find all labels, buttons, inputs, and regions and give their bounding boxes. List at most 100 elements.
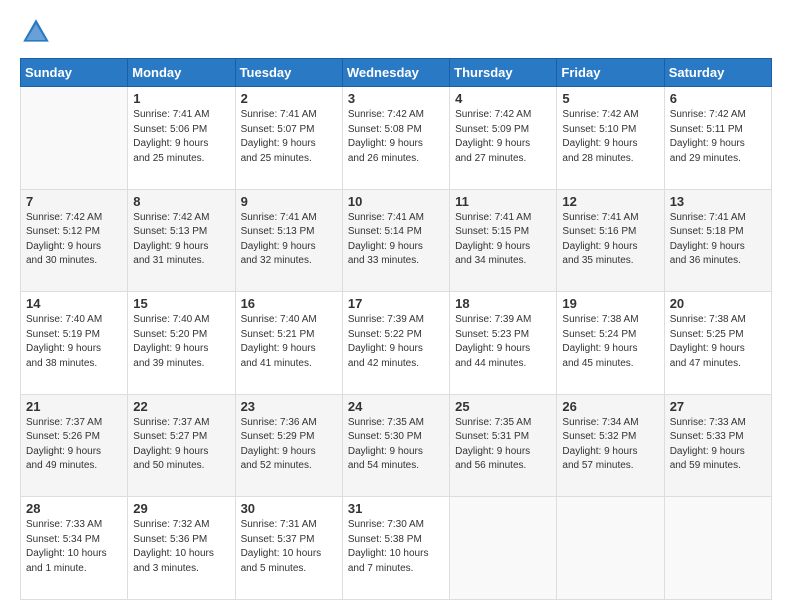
calendar-cell: 3Sunrise: 7:42 AMSunset: 5:08 PMDaylight… xyxy=(342,87,449,190)
day-number: 3 xyxy=(348,91,444,106)
weekday-header: Thursday xyxy=(450,59,557,87)
cell-info: Sunrise: 7:33 AMSunset: 5:33 PMDaylight:… xyxy=(670,416,766,474)
weekday-header: Friday xyxy=(557,59,664,87)
cell-info: Sunrise: 7:37 AMSunset: 5:27 PMDaylight:… xyxy=(133,416,229,474)
day-number: 1 xyxy=(133,91,229,106)
day-number: 20 xyxy=(670,296,766,311)
calendar-week-row: 21 Sunrise: 7:37 AMSunset: 5:26 PMDayligh… xyxy=(21,394,772,497)
calendar-week-row: 1 Sunrise: 7:41 AMSunset: 5:06 PMDaylight… xyxy=(21,87,772,190)
day-number: 21 xyxy=(26,399,122,414)
cell-info: Sunrise: 7:35 AMSunset: 5:30 PMDaylight:… xyxy=(348,416,444,474)
calendar-cell: 22 Sunrise: 7:37 AMSunset: 5:27 PMDayligh… xyxy=(128,394,235,497)
day-number: 2 xyxy=(241,91,337,106)
logo-icon xyxy=(20,16,52,48)
header xyxy=(20,16,772,48)
calendar-week-row: 28Sunrise: 7:33 AMSunset: 5:34 PMDayligh… xyxy=(21,497,772,600)
day-number: 31 xyxy=(348,501,444,516)
calendar-cell xyxy=(664,497,771,600)
calendar-cell: 20 Sunrise: 7:38 AMSunset: 5:25 PMDayligh… xyxy=(664,292,771,395)
cell-info: Sunrise: 7:34 AMSunset: 5:32 PMDaylight:… xyxy=(562,416,658,474)
cell-info: Sunrise: 7:39 AMSunset: 5:23 PMDaylight:… xyxy=(455,313,551,371)
cell-info: Sunrise: 7:37 AMSunset: 5:26 PMDaylight:… xyxy=(26,416,122,474)
day-number: 6 xyxy=(670,91,766,106)
calendar-cell: 27 Sunrise: 7:33 AMSunset: 5:33 PMDayligh… xyxy=(664,394,771,497)
day-number: 25 xyxy=(455,399,551,414)
calendar-cell: 26Sunrise: 7:34 AMSunset: 5:32 PMDayligh… xyxy=(557,394,664,497)
calendar-cell: 11Sunrise: 7:41 AMSunset: 5:15 PMDayligh… xyxy=(450,189,557,292)
calendar-cell: 17Sunrise: 7:39 AMSunset: 5:22 PMDayligh… xyxy=(342,292,449,395)
cell-info: Sunrise: 7:35 AMSunset: 5:31 PMDaylight:… xyxy=(455,416,551,474)
page: SundayMondayTuesdayWednesdayThursdayFrid… xyxy=(0,0,792,612)
cell-info: Sunrise: 7:41 AMSunset: 5:06 PMDaylight:… xyxy=(133,108,229,166)
calendar-cell: 31 Sunrise: 7:30 AMSunset: 5:38 PMDayligh… xyxy=(342,497,449,600)
cell-info: Sunrise: 7:38 AMSunset: 5:24 PMDaylight:… xyxy=(562,313,658,371)
day-number: 14 xyxy=(26,296,122,311)
day-number: 12 xyxy=(562,194,658,209)
weekday-header: Wednesday xyxy=(342,59,449,87)
day-number: 5 xyxy=(562,91,658,106)
day-number: 4 xyxy=(455,91,551,106)
calendar-cell xyxy=(21,87,128,190)
day-number: 30 xyxy=(241,501,337,516)
cell-info: Sunrise: 7:40 AMSunset: 5:20 PMDaylight:… xyxy=(133,313,229,371)
day-number: 18 xyxy=(455,296,551,311)
calendar-cell: 12 Sunrise: 7:41 AMSunset: 5:16 PMDayligh… xyxy=(557,189,664,292)
cell-info: Sunrise: 7:30 AMSunset: 5:38 PMDaylight:… xyxy=(348,518,444,576)
calendar-week-row: 7Sunrise: 7:42 AMSunset: 5:12 PMDaylight… xyxy=(21,189,772,292)
day-number: 24 xyxy=(348,399,444,414)
calendar-cell: 10 Sunrise: 7:41 AMSunset: 5:14 PMDayligh… xyxy=(342,189,449,292)
weekday-header: Sunday xyxy=(21,59,128,87)
cell-info: Sunrise: 7:41 AMSunset: 5:16 PMDaylight:… xyxy=(562,211,658,269)
calendar-header-row: SundayMondayTuesdayWednesdayThursdayFrid… xyxy=(21,59,772,87)
cell-info: Sunrise: 7:32 AMSunset: 5:36 PMDaylight:… xyxy=(133,518,229,576)
calendar-cell: 30 Sunrise: 7:31 AMSunset: 5:37 PMDayligh… xyxy=(235,497,342,600)
day-number: 23 xyxy=(241,399,337,414)
cell-info: Sunrise: 7:41 AMSunset: 5:13 PMDaylight:… xyxy=(241,211,337,269)
calendar-cell: 9 Sunrise: 7:41 AMSunset: 5:13 PMDaylight… xyxy=(235,189,342,292)
calendar-cell: 7Sunrise: 7:42 AMSunset: 5:12 PMDaylight… xyxy=(21,189,128,292)
calendar-cell: 25 Sunrise: 7:35 AMSunset: 5:31 PMDayligh… xyxy=(450,394,557,497)
cell-info: Sunrise: 7:42 AMSunset: 5:10 PMDaylight:… xyxy=(562,108,658,166)
calendar-cell: 8 Sunrise: 7:42 AMSunset: 5:13 PMDaylight… xyxy=(128,189,235,292)
calendar-cell: 21 Sunrise: 7:37 AMSunset: 5:26 PMDayligh… xyxy=(21,394,128,497)
cell-info: Sunrise: 7:38 AMSunset: 5:25 PMDaylight:… xyxy=(670,313,766,371)
day-number: 22 xyxy=(133,399,229,414)
day-number: 29 xyxy=(133,501,229,516)
calendar-cell: 1 Sunrise: 7:41 AMSunset: 5:06 PMDaylight… xyxy=(128,87,235,190)
cell-info: Sunrise: 7:41 AMSunset: 5:14 PMDaylight:… xyxy=(348,211,444,269)
calendar-cell: 4 Sunrise: 7:42 AMSunset: 5:09 PMDaylight… xyxy=(450,87,557,190)
day-number: 15 xyxy=(133,296,229,311)
weekday-header: Saturday xyxy=(664,59,771,87)
day-number: 13 xyxy=(670,194,766,209)
cell-info: Sunrise: 7:31 AMSunset: 5:37 PMDaylight:… xyxy=(241,518,337,576)
cell-info: Sunrise: 7:42 AMSunset: 5:13 PMDaylight:… xyxy=(133,211,229,269)
cell-info: Sunrise: 7:41 AMSunset: 5:07 PMDaylight:… xyxy=(241,108,337,166)
logo xyxy=(20,16,56,48)
day-number: 27 xyxy=(670,399,766,414)
weekday-header: Monday xyxy=(128,59,235,87)
day-number: 10 xyxy=(348,194,444,209)
cell-info: Sunrise: 7:41 AMSunset: 5:15 PMDaylight:… xyxy=(455,211,551,269)
calendar-cell: 29 Sunrise: 7:32 AMSunset: 5:36 PMDayligh… xyxy=(128,497,235,600)
calendar-cell: 15 Sunrise: 7:40 AMSunset: 5:20 PMDayligh… xyxy=(128,292,235,395)
day-number: 9 xyxy=(241,194,337,209)
calendar-cell: 18 Sunrise: 7:39 AMSunset: 5:23 PMDayligh… xyxy=(450,292,557,395)
calendar-cell: 28Sunrise: 7:33 AMSunset: 5:34 PMDayligh… xyxy=(21,497,128,600)
calendar-cell: 13 Sunrise: 7:41 AMSunset: 5:18 PMDayligh… xyxy=(664,189,771,292)
calendar-cell xyxy=(450,497,557,600)
day-number: 16 xyxy=(241,296,337,311)
calendar-cell: 19Sunrise: 7:38 AMSunset: 5:24 PMDayligh… xyxy=(557,292,664,395)
day-number: 17 xyxy=(348,296,444,311)
calendar-cell: 2 Sunrise: 7:41 AMSunset: 5:07 PMDaylight… xyxy=(235,87,342,190)
calendar-cell: 16Sunrise: 7:40 AMSunset: 5:21 PMDayligh… xyxy=(235,292,342,395)
calendar-week-row: 14 Sunrise: 7:40 AMSunset: 5:19 PMDayligh… xyxy=(21,292,772,395)
cell-info: Sunrise: 7:40 AMSunset: 5:19 PMDaylight:… xyxy=(26,313,122,371)
calendar-cell: 23Sunrise: 7:36 AMSunset: 5:29 PMDayligh… xyxy=(235,394,342,497)
cell-info: Sunrise: 7:42 AMSunset: 5:12 PMDaylight:… xyxy=(26,211,122,269)
weekday-header: Tuesday xyxy=(235,59,342,87)
calendar-cell: 14 Sunrise: 7:40 AMSunset: 5:19 PMDayligh… xyxy=(21,292,128,395)
cell-info: Sunrise: 7:41 AMSunset: 5:18 PMDaylight:… xyxy=(670,211,766,269)
day-number: 8 xyxy=(133,194,229,209)
cell-info: Sunrise: 7:42 AMSunset: 5:09 PMDaylight:… xyxy=(455,108,551,166)
calendar-cell: 5 Sunrise: 7:42 AMSunset: 5:10 PMDaylight… xyxy=(557,87,664,190)
